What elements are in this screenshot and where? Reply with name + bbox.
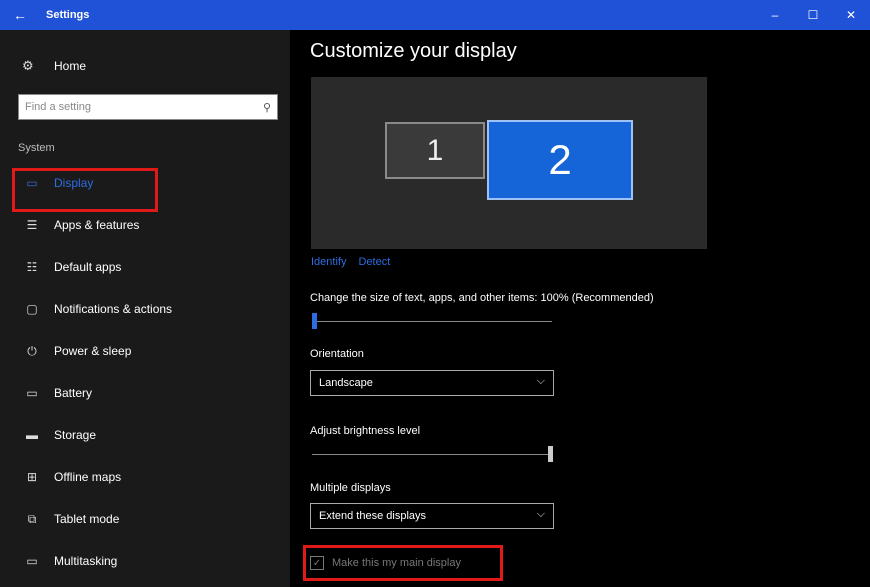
- window-controls: – ☐ ✕: [756, 0, 870, 30]
- scale-slider[interactable]: [312, 313, 552, 329]
- maximize-icon[interactable]: ☐: [794, 0, 832, 30]
- sidebar-item-label: Power & sleep: [54, 344, 132, 358]
- sidebar-item-offline-maps[interactable]: ⊞ Offline maps: [0, 456, 290, 498]
- sidebar-item-label: Apps & features: [54, 218, 140, 232]
- orientation-value: Landscape: [319, 377, 373, 389]
- storage-icon: ▬: [26, 428, 38, 442]
- page-title: Customize your display: [310, 40, 517, 62]
- back-icon[interactable]: ←: [0, 0, 40, 30]
- notification-icon: ▢: [26, 302, 38, 316]
- search-input[interactable]: [25, 101, 263, 113]
- sidebar: ⚙ Home ⚲ System ▭ Display ☰ Apps & featu…: [0, 30, 290, 587]
- nav-home-label: Home: [54, 59, 87, 73]
- display-arrangement: 1 2: [311, 77, 707, 249]
- scale-label: Change the size of text, apps, and other…: [310, 292, 654, 304]
- multiple-displays-dropdown[interactable]: Extend these displays ⌵: [310, 503, 554, 529]
- search-box[interactable]: ⚲: [18, 94, 278, 120]
- sidebar-item-label: Multitasking: [54, 554, 118, 568]
- display-links: Identify Detect: [311, 256, 390, 268]
- scale-slider-thumb[interactable]: [312, 313, 317, 329]
- map-icon: ⊞: [26, 470, 38, 484]
- search-icon: ⚲: [262, 101, 271, 114]
- multiple-displays-value: Extend these displays: [319, 510, 427, 522]
- detect-link[interactable]: Detect: [358, 256, 390, 268]
- sidebar-item-battery[interactable]: ▭ Battery: [0, 372, 290, 414]
- display-highlight-box: [12, 168, 158, 212]
- orientation-dropdown[interactable]: Landscape ⌵: [310, 370, 554, 396]
- brightness-slider-thumb[interactable]: [548, 446, 553, 462]
- multitasking-icon: ▭: [26, 554, 38, 568]
- tablet-icon: ⧉: [27, 511, 37, 526]
- sidebar-item-label: Tablet mode: [54, 512, 120, 526]
- orientation-label: Orientation: [310, 348, 364, 360]
- scale-slider-track: [312, 321, 552, 322]
- monitor-2-tile[interactable]: 2: [487, 120, 633, 200]
- brightness-slider-track: [312, 454, 552, 455]
- brightness-slider[interactable]: [312, 446, 556, 462]
- sidebar-item-label: Storage: [54, 428, 97, 442]
- main-display-highlight-box: [303, 545, 503, 581]
- chevron-down-icon: ⌵: [536, 375, 545, 387]
- section-label: System: [18, 142, 55, 154]
- monitor-1-tile[interactable]: 1: [385, 122, 485, 179]
- sidebar-item-tablet-mode[interactable]: ⧉ Tablet mode: [0, 498, 290, 540]
- sidebar-item-label: Offline maps: [54, 470, 122, 484]
- identify-link[interactable]: Identify: [311, 256, 346, 268]
- sidebar-item-label: Default apps: [54, 260, 122, 274]
- multiple-displays-label: Multiple displays: [310, 482, 391, 494]
- battery-icon: ▭: [26, 386, 38, 400]
- power-icon: ⏻: [27, 343, 37, 358]
- sidebar-item-label: Notifications & actions: [54, 302, 173, 316]
- title-bar: ← Settings – ☐ ✕: [0, 0, 870, 30]
- list-icon: ☰: [26, 218, 38, 232]
- default-apps-icon: ☷: [26, 260, 38, 274]
- sidebar-item-multitasking[interactable]: ▭ Multitasking: [0, 540, 290, 582]
- chevron-down-icon: ⌵: [536, 508, 545, 520]
- sidebar-item-power-sleep[interactable]: ⏻ Power & sleep: [0, 330, 290, 372]
- gear-icon: ⚙: [22, 58, 34, 73]
- nav-list: ▭ Display ☰ Apps & features ☷ Default ap…: [0, 162, 290, 582]
- sidebar-item-default-apps[interactable]: ☷ Default apps: [0, 246, 290, 288]
- window-title: Settings: [46, 9, 90, 21]
- main-content: Customize your display 1 2 Identify Dete…: [290, 30, 870, 587]
- nav-home[interactable]: ⚙ Home: [22, 58, 86, 74]
- sidebar-item-storage[interactable]: ▬ Storage: [0, 414, 290, 456]
- minimize-icon[interactable]: –: [756, 0, 794, 30]
- sidebar-item-label: Battery: [54, 386, 93, 400]
- close-icon[interactable]: ✕: [832, 0, 870, 30]
- brightness-label: Adjust brightness level: [310, 425, 421, 437]
- sidebar-item-notifications[interactable]: ▢ Notifications & actions: [0, 288, 290, 330]
